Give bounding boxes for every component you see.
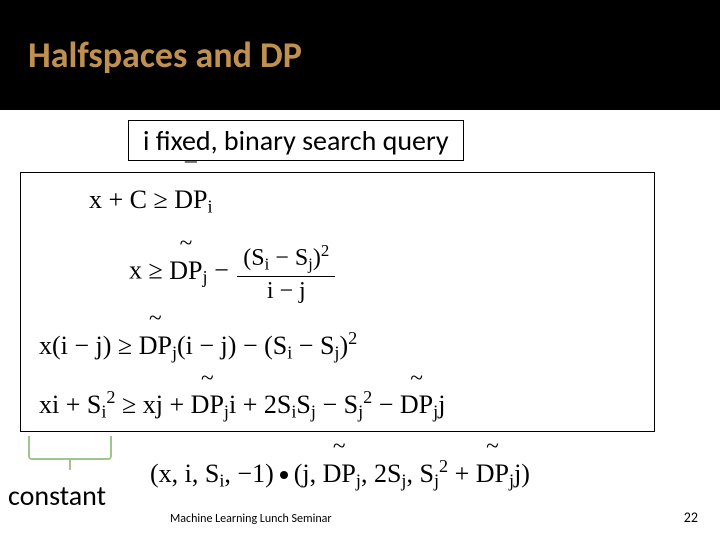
dp-tilde: DP [169, 256, 202, 286]
equation-line-2: x ≥ DPj − (Si − Sj)2i − j [39, 241, 636, 304]
dp-tilde: DP [400, 390, 433, 420]
slide-title: Halfspaces and DP [28, 33, 302, 77]
dp-bar: DP [174, 185, 207, 215]
footer-text: Machine Learning Lunch Seminar [170, 512, 332, 526]
title-bar: Halfspaces and DP [0, 0, 720, 110]
dp-tilde: DP [476, 459, 509, 489]
constant-label: constant [8, 478, 106, 513]
equation-line-4: xi + Si2 ≥ xj + DPji + 2SiSj − Sj2 − DPj… [39, 387, 636, 423]
math-box: x + C ≥ DPi x ≥ DPj − (Si − Sj)2i − j x(… [20, 172, 655, 432]
fraction: (Si − Sj)2i − j [237, 241, 335, 304]
equation-line-3: x(i − j) ≥ DPj(i − j) − (Si − Sj)2 [39, 328, 636, 364]
page-number: 22 [684, 509, 698, 526]
slide: Halfspaces and DP i fixed, binary search… [0, 0, 720, 540]
query-box: i fixed, binary search query [128, 120, 464, 161]
dp-tilde: DP [191, 390, 224, 420]
dp-tilde: DP [323, 459, 356, 489]
constant-bracket [28, 436, 112, 460]
dot-product-line: (x, i, Si, −1)(j, DPj, 2Sj, Sj2 + DPjj) [150, 456, 530, 492]
dot-icon [280, 471, 288, 479]
dp-tilde: DP [139, 331, 172, 361]
equation-line-1: x + C ≥ DPi [39, 185, 636, 218]
